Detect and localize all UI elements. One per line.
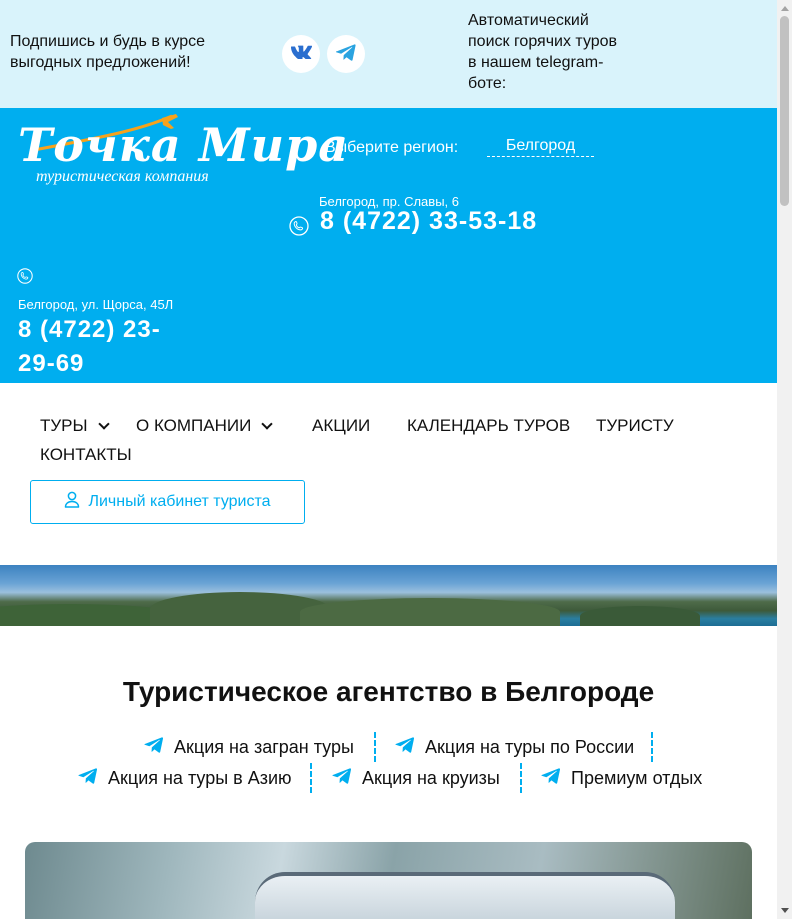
phone-icon [17, 268, 33, 284]
divider [374, 732, 376, 762]
nav-item-tours[interactable]: ТУРЫ [40, 416, 110, 436]
nav-item-label: О КОМПАНИИ [136, 416, 252, 435]
chevron-down-icon [261, 418, 273, 430]
promo-link-cruises[interactable]: Акция на круизы [332, 767, 500, 789]
scrollbar-thumb[interactable] [780, 16, 789, 206]
vk-link[interactable] [282, 35, 320, 73]
nav-item-calendar[interactable]: КАЛЕНДАРЬ ТУРОВ [407, 416, 570, 436]
vk-icon [290, 45, 313, 64]
telegram-bot-text: Автоматический поиск горячих туров в наш… [468, 12, 618, 92]
phone-icon [289, 216, 309, 236]
telegram-icon [78, 767, 98, 789]
promo-label: Премиум отдых [571, 767, 703, 788]
bus-shape [255, 872, 675, 919]
promo-label: Акция на туры по России [425, 736, 635, 757]
logo-title: Точка Мира [18, 118, 350, 172]
top-bar: Подпишись и будь в курсе выгодных предло… [0, 0, 777, 108]
site-header: Точка Мира туристическая компания Выбери… [0, 108, 777, 383]
office1-phone[interactable]: 8 (4722) 33-53-18 [320, 207, 537, 236]
nav-item-promos[interactable]: АКЦИИ [312, 416, 370, 436]
promo-label: Акция на круизы [362, 767, 500, 788]
region-label: Выберите регион: [325, 139, 459, 156]
telegram-link[interactable] [327, 35, 365, 73]
nav-item-label: ТУРЫ [40, 416, 88, 435]
divider [520, 763, 522, 793]
chevron-down-icon [97, 418, 110, 430]
telegram-icon [541, 767, 561, 789]
nav-item-tourist[interactable]: ТУРИСТУ [596, 416, 674, 436]
telegram-icon [335, 43, 356, 66]
office2-phone[interactable]: 8 (4722) 23-29-69 [18, 313, 178, 381]
telegram-icon [332, 767, 352, 789]
telegram-icon [395, 736, 415, 758]
scrollbar[interactable] [777, 0, 792, 919]
nav-item-about[interactable]: О КОМПАНИИ [136, 416, 273, 436]
promo-link-russia[interactable]: Акция на туры по России [395, 736, 634, 758]
promo-label: Акция на загран туры [174, 736, 354, 757]
page: Подпишись и будь в курсе выгодных предло… [0, 0, 777, 919]
nav-item-label: КОНТАКТЫ [40, 445, 132, 464]
divider [651, 732, 653, 762]
nav-item-label: АКЦИИ [312, 416, 371, 435]
promo-link-asia[interactable]: Акция на туры в Азию [78, 767, 292, 789]
nav-item-label: КАЛЕНДАРЬ ТУРОВ [407, 416, 571, 435]
scroll-up-arrow-icon[interactable] [781, 6, 789, 11]
hero-banner-image [0, 565, 777, 626]
promo-label: Акция на туры в Азию [108, 767, 292, 788]
logo-subtitle: туристическая компания [36, 168, 209, 185]
nav-item-contacts[interactable]: КОНТАКТЫ [40, 445, 132, 465]
divider [310, 763, 312, 793]
user-icon [64, 491, 80, 513]
main-nav: ТУРЫ О КОМПАНИИ АКЦИИ КАЛЕНДАРЬ ТУРОВ ТУ… [0, 383, 777, 565]
promo-link-abroad[interactable]: Акция на загран туры [144, 736, 354, 758]
scroll-down-arrow-icon[interactable] [781, 908, 789, 913]
page-title: Туристическое агентство в Белгороде [122, 676, 655, 707]
region-select[interactable]: Белгород [487, 137, 594, 157]
promo-link-premium[interactable]: Премиум отдых [541, 767, 702, 789]
tourist-cabinet-button[interactable]: Личный кабинет туриста [30, 480, 305, 524]
office2-address: Белгород, ул. Щорса, 45Л [18, 297, 174, 312]
nav-item-label: ТУРИСТУ [596, 416, 674, 435]
subscribe-text: Подпишись и будь в курсе выгодных предло… [10, 33, 206, 71]
telegram-icon [144, 736, 164, 758]
cabinet-label: Личный кабинет туриста [88, 493, 271, 510]
bus-tour-image[interactable] [25, 842, 752, 919]
logo[interactable]: Точка Мира туристическая компания [16, 112, 348, 192]
